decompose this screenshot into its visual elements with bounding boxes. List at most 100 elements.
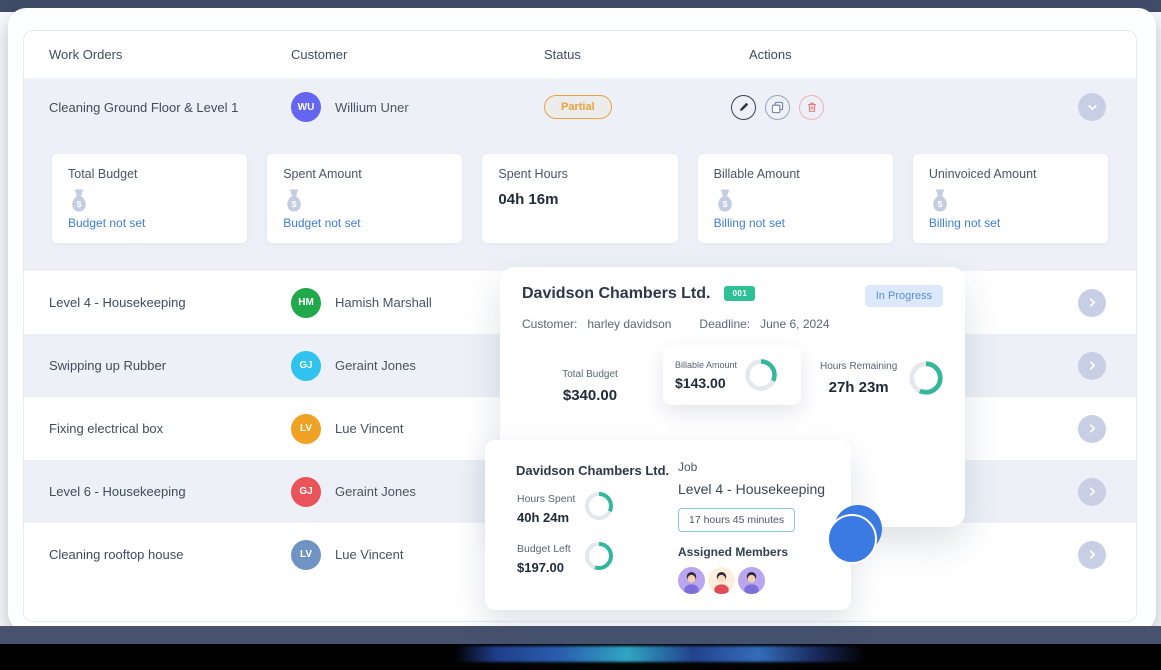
chevron-right-icon — [1087, 423, 1098, 434]
billing-not-set-link[interactable]: Billing not set — [714, 216, 877, 230]
person-icon — [738, 567, 765, 594]
work-order-title: Cleaning rooftop house — [24, 547, 291, 562]
job-detail-card: Davidson Chambers Ltd. Hours Spent 40h 2… — [485, 440, 851, 610]
spent-hours-value: 04h 16m — [498, 191, 661, 208]
stat-value: $340.00 — [530, 387, 650, 404]
customer-name: Willium Uner — [335, 100, 409, 115]
project-code-badge: 001 — [724, 286, 755, 301]
stat-value: 40h 24m — [517, 510, 587, 525]
blue-blob-decoration — [827, 514, 877, 564]
status-badge: Partial — [544, 95, 612, 119]
budget-not-set-link[interactable]: Budget not set — [68, 216, 231, 230]
chevron-right-icon — [1087, 297, 1098, 308]
in-progress-badge: In Progress — [865, 285, 943, 307]
hours-remaining-stat: Hours Remaining 27h 23m — [820, 359, 945, 397]
work-order-title: Cleaning Ground Floor & Level 1 — [24, 100, 291, 115]
header-customer: Customer — [291, 47, 498, 62]
expand-row-button[interactable] — [1078, 541, 1106, 569]
donut-chart — [583, 490, 615, 522]
money-bag-icon: $ — [68, 188, 90, 213]
expand-row-button[interactable] — [1078, 478, 1106, 506]
customer-label: Customer: — [522, 317, 577, 331]
money-bag-icon: $ — [283, 188, 305, 213]
billable-amount-stat: Billable Amount $143.00 — [663, 345, 801, 405]
job-label: Job — [678, 460, 838, 474]
header-work-orders: Work Orders — [24, 47, 291, 62]
stat-label: Hours Remaining — [820, 361, 897, 372]
stat-label: Billable Amount — [714, 167, 877, 181]
stat-label: Total Budget — [68, 167, 231, 181]
wallpaper-edge-decoration — [455, 646, 865, 662]
person-icon — [708, 567, 735, 594]
stat-label: Budget Left — [517, 543, 587, 555]
deadline-value: June 6, 2024 — [760, 317, 829, 331]
avatar: GJ — [291, 351, 321, 381]
project-title: Davidson Chambers Ltd. — [522, 285, 710, 303]
duplicate-button[interactable] — [765, 95, 790, 120]
donut-chart — [743, 357, 779, 393]
stat-card-spent-amount: Spent Amount $ Budget not set — [266, 153, 463, 244]
stat-label: Spent Hours — [498, 167, 661, 181]
trash-icon — [806, 101, 818, 113]
header-status: Status — [498, 47, 708, 62]
svg-text:$: $ — [292, 199, 297, 209]
stat-label: Total Budget — [530, 369, 650, 380]
table-row-expanded[interactable]: Cleaning Ground Floor & Level 1 WU Willi… — [24, 79, 1136, 135]
donut-chart — [583, 540, 615, 572]
expand-row-button[interactable] — [1078, 289, 1106, 317]
person-icon — [678, 567, 705, 594]
pencil-icon — [738, 101, 750, 113]
header-actions: Actions — [749, 47, 792, 62]
assigned-members-label: Assigned Members — [678, 545, 838, 559]
budget-left-stat: Budget Left $197.00 — [517, 543, 587, 575]
svg-text:$: $ — [722, 199, 727, 209]
budget-not-set-link[interactable]: Budget not set — [283, 216, 446, 230]
svg-text:$: $ — [77, 199, 82, 209]
stat-label: Billable Amount — [675, 360, 737, 370]
avatar: HM — [291, 288, 321, 318]
window-frame-bottom — [0, 626, 1161, 646]
money-bag-icon: $ — [714, 188, 736, 213]
expand-row-button[interactable] — [1078, 352, 1106, 380]
edit-button[interactable] — [731, 95, 756, 120]
stat-card-spent-hours: Spent Hours 04h 16m — [481, 153, 678, 244]
deadline-label: Deadline: — [699, 317, 750, 331]
stat-label: Spent Amount — [283, 167, 446, 181]
chevron-down-icon — [1087, 102, 1098, 113]
chevron-right-icon — [1087, 549, 1098, 560]
stat-label: Uninvoiced Amount — [929, 167, 1092, 181]
work-order-title: Fixing electrical box — [24, 421, 291, 436]
customer-name: Hamish Marshall — [335, 295, 432, 310]
collapse-row-button[interactable] — [1078, 93, 1106, 121]
donut-chart — [907, 359, 945, 397]
table-header-row: Work Orders Customer Status Actions — [24, 31, 1136, 79]
assigned-members-row — [678, 567, 838, 594]
avatar: WU — [291, 92, 321, 122]
customer-name: Geraint Jones — [335, 358, 416, 373]
avatar: LV — [291, 540, 321, 570]
stat-card-total-budget: Total Budget $ Budget not set — [51, 153, 248, 244]
total-budget-stat: Total Budget $340.00 — [530, 369, 650, 404]
stat-value: $143.00 — [675, 375, 737, 391]
work-order-title: Swipping up Rubber — [24, 358, 291, 373]
delete-button[interactable] — [799, 95, 824, 120]
desktop-background: Work Orders Customer Status Actions Clea… — [0, 0, 1161, 670]
chevron-right-icon — [1087, 486, 1098, 497]
money-bag-icon: $ — [929, 188, 951, 213]
billing-not-set-link[interactable]: Billing not set — [929, 216, 1092, 230]
expand-row-button[interactable] — [1078, 415, 1106, 443]
job-card-title: Davidson Chambers Ltd. — [516, 463, 669, 478]
customer-value: harley davidson — [587, 317, 671, 331]
avatar: LV — [291, 414, 321, 444]
customer-name: Lue Vincent — [335, 421, 403, 436]
stat-card-billable-amount: Billable Amount $ Billing not set — [697, 153, 894, 244]
work-order-title: Level 6 - Housekeeping — [24, 484, 291, 499]
duration-chip: 17 hours 45 minutes — [678, 508, 795, 532]
stat-value: 27h 23m — [820, 379, 897, 396]
chevron-right-icon — [1087, 360, 1098, 371]
svg-text:$: $ — [937, 199, 942, 209]
avatar: GJ — [291, 477, 321, 507]
hours-spent-stat: Hours Spent 40h 24m — [517, 493, 587, 525]
expanded-stats-strip: Total Budget $ Budget not set Spent Amou… — [24, 135, 1136, 271]
work-order-title: Level 4 - Housekeeping — [24, 295, 291, 310]
